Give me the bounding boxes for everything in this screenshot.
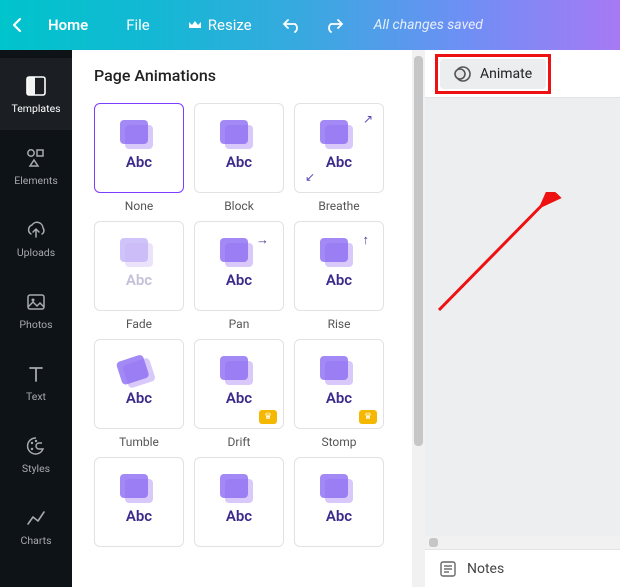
animation-tile-stomp[interactable]: Abc ♛ bbox=[294, 339, 384, 429]
abc-label: Abc bbox=[226, 507, 252, 525]
canvas-area[interactable]: Notes bbox=[425, 98, 620, 587]
text-icon bbox=[24, 362, 48, 386]
sidebar-item-label: Styles bbox=[22, 462, 50, 475]
resize-menu[interactable]: Resize bbox=[188, 16, 252, 34]
animation-tile-fade[interactable]: Abc bbox=[94, 221, 184, 311]
templates-icon bbox=[24, 74, 48, 98]
animation-tile-extra-2[interactable]: Abc bbox=[194, 457, 284, 547]
annotation-arrow-icon bbox=[431, 192, 581, 342]
file-menu[interactable]: File bbox=[126, 16, 150, 34]
sidebar-item-charts[interactable]: Charts bbox=[0, 490, 72, 562]
sidebar-item-photos[interactable]: Photos bbox=[0, 274, 72, 346]
animation-label: Tumble bbox=[119, 435, 159, 449]
abc-label: Abc bbox=[226, 271, 252, 289]
sidebar-item-styles[interactable]: Styles bbox=[0, 418, 72, 490]
animation-label: Fade bbox=[126, 317, 152, 331]
animation-label: Pan bbox=[229, 317, 250, 331]
up-arrow-icon: ↑ bbox=[363, 232, 370, 248]
sidebar-item-label: Charts bbox=[21, 534, 52, 547]
animation-tile-tumble[interactable]: Abc bbox=[94, 339, 184, 429]
animation-tile-drift[interactable]: Abc ♛ bbox=[194, 339, 284, 429]
uploads-icon bbox=[24, 218, 48, 242]
sidebar-item-uploads[interactable]: Uploads bbox=[0, 202, 72, 274]
sidebar-item-label: Uploads bbox=[17, 246, 55, 259]
annotation-highlight: Animate bbox=[435, 54, 551, 94]
animate-button[interactable]: Animate bbox=[440, 59, 546, 89]
sidebar-item-label: Templates bbox=[11, 102, 60, 115]
premium-badge-icon: ♛ bbox=[359, 410, 377, 424]
animation-label: Breathe bbox=[318, 199, 359, 213]
premium-badge-icon: ♛ bbox=[259, 410, 277, 424]
animation-label: Block bbox=[224, 199, 254, 213]
animation-tile-none[interactable]: Abc bbox=[94, 103, 184, 193]
expand-arrow-icon: ↗ bbox=[363, 112, 373, 126]
back-button[interactable] bbox=[12, 17, 32, 33]
animation-label: None bbox=[125, 199, 153, 213]
styles-icon bbox=[24, 434, 48, 458]
notes-button[interactable]: Notes bbox=[467, 561, 504, 577]
abc-label: Abc bbox=[326, 507, 352, 525]
abc-label: Abc bbox=[226, 153, 252, 171]
abc-label: Abc bbox=[226, 389, 252, 407]
animation-label: Stomp bbox=[321, 435, 356, 449]
sidebar-item-text[interactable]: Text bbox=[0, 346, 72, 418]
animation-tile-rise[interactable]: ↑ Abc bbox=[294, 221, 384, 311]
right-arrow-icon: → bbox=[256, 232, 269, 248]
abc-label: Abc bbox=[326, 271, 352, 289]
animation-tile-extra-3[interactable]: Abc bbox=[294, 457, 384, 547]
photos-icon bbox=[24, 290, 48, 314]
animate-icon bbox=[454, 65, 472, 83]
crown-icon bbox=[188, 18, 202, 32]
abc-label: Abc bbox=[126, 271, 152, 289]
animation-label: Drift bbox=[228, 435, 251, 449]
save-status: All changes saved bbox=[374, 17, 483, 33]
sidebar-item-templates[interactable]: Templates bbox=[0, 58, 72, 130]
abc-label: Abc bbox=[126, 389, 152, 407]
abc-label: Abc bbox=[126, 153, 152, 171]
redo-button[interactable] bbox=[324, 15, 344, 35]
abc-label: Abc bbox=[326, 389, 352, 407]
animation-tile-breathe[interactable]: ↗ ↙ Abc bbox=[294, 103, 384, 193]
expand-arrow-icon: ↙ bbox=[305, 170, 315, 184]
canvas-h-scrollbar[interactable] bbox=[425, 536, 620, 549]
sidebar-item-label: Photos bbox=[19, 318, 52, 331]
undo-button[interactable] bbox=[282, 15, 302, 35]
abc-label: Abc bbox=[326, 153, 352, 171]
sidebar-item-elements[interactable]: Elements bbox=[0, 130, 72, 202]
notes-icon bbox=[439, 560, 457, 578]
resize-label: Resize bbox=[208, 16, 252, 34]
abc-label: Abc bbox=[126, 507, 152, 525]
home-menu[interactable]: Home bbox=[48, 16, 88, 34]
animation-tile-block[interactable]: Abc bbox=[194, 103, 284, 193]
animation-label: Rise bbox=[328, 317, 351, 331]
animation-tile-extra-1[interactable]: Abc bbox=[94, 457, 184, 547]
sidebar-item-label: Elements bbox=[14, 174, 58, 187]
animate-label: Animate bbox=[480, 66, 532, 82]
charts-icon bbox=[24, 506, 48, 530]
sidebar-item-label: Text bbox=[26, 390, 46, 403]
panel-title: Page Animations bbox=[94, 66, 394, 85]
animation-tile-pan[interactable]: → Abc bbox=[194, 221, 284, 311]
panel-scrollbar[interactable] bbox=[412, 50, 425, 587]
elements-icon bbox=[24, 146, 48, 170]
